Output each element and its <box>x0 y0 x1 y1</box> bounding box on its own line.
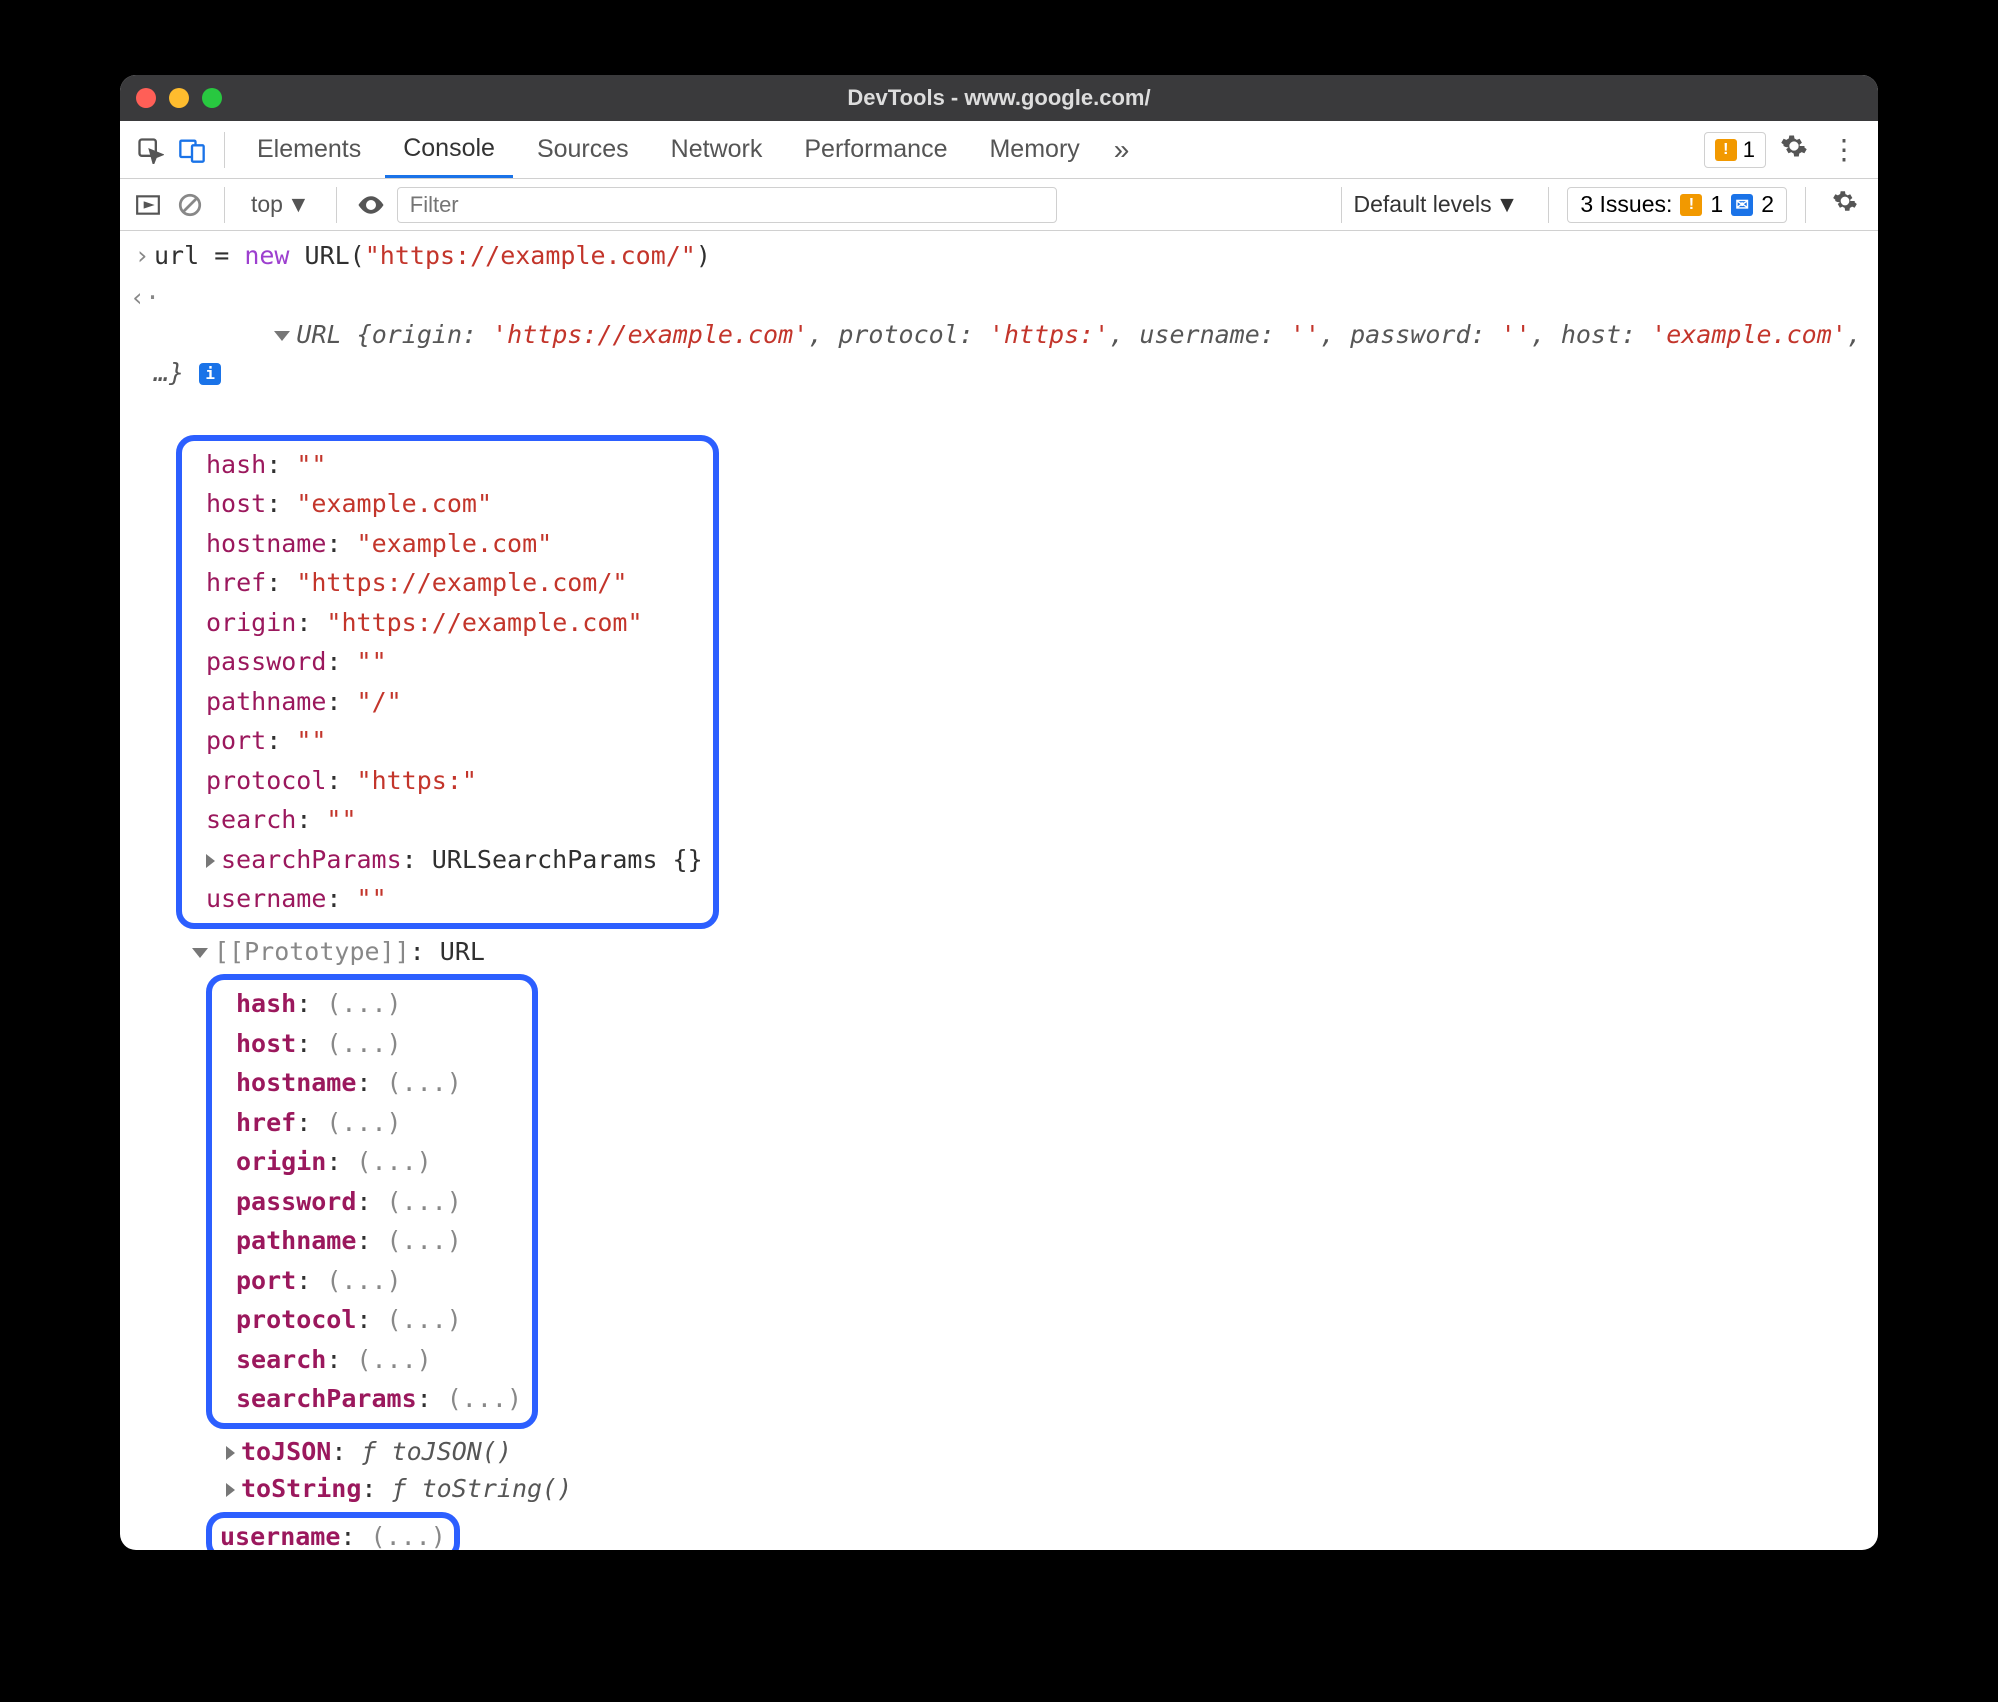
chevron-down-icon: ▼ <box>1496 191 1519 218</box>
tab-memory[interactable]: Memory <box>971 121 1097 178</box>
tabs-overflow[interactable]: » <box>1104 134 1140 166</box>
prop-username[interactable]: username: "" <box>186 879 703 919</box>
clear-console-icon[interactable] <box>174 189 206 221</box>
expand-icon[interactable] <box>226 1483 235 1497</box>
tab-sources[interactable]: Sources <box>519 121 647 178</box>
prompt-icon: › <box>130 237 154 275</box>
tab-network[interactable]: Network <box>653 121 781 178</box>
prop-host[interactable]: host: "example.com" <box>186 484 703 524</box>
divider <box>1548 187 1549 223</box>
proto-protocol[interactable]: protocol: (...) <box>216 1300 522 1340</box>
inspect-icon[interactable] <box>132 132 168 168</box>
proto-password[interactable]: password: (...) <box>216 1182 522 1222</box>
highlight-own-props: hash: "" host: "example.com" hostname: "… <box>176 435 719 929</box>
console-input-row: › url = new URL("https://example.com/") <box>120 235 1878 277</box>
divider <box>1805 187 1806 223</box>
proto-searchparams[interactable]: searchParams: (...) <box>216 1379 522 1419</box>
console-toolbar: top ▼ Default levels ▼ 3 Issues: ! 1 ✉ 2 <box>120 179 1878 231</box>
expand-icon[interactable] <box>226 1446 235 1460</box>
proto-username[interactable]: username <box>220 1522 340 1551</box>
proto-tojson[interactable]: toJSON: ƒ toJSON() <box>120 1433 1878 1471</box>
titlebar: DevTools - www.google.com/ <box>120 75 1878 121</box>
live-expression-icon[interactable] <box>355 189 387 221</box>
proto-origin[interactable]: origin: (...) <box>216 1142 522 1182</box>
prop-protocol[interactable]: protocol: "https:" <box>186 761 703 801</box>
warning-icon: ! <box>1680 194 1702 216</box>
console-body[interactable]: › url = new URL("https://example.com/") … <box>120 231 1878 1550</box>
device-icon[interactable] <box>174 132 210 168</box>
tab-performance[interactable]: Performance <box>786 121 965 178</box>
issue-count: 1 <box>1743 137 1755 163</box>
divider <box>224 187 225 223</box>
console-settings-icon[interactable] <box>1824 188 1866 221</box>
filter-input[interactable] <box>397 187 1057 223</box>
prop-searchparams[interactable]: searchParams: URLSearchParams {} <box>186 840 703 880</box>
info-icon: ✉ <box>1731 194 1753 216</box>
prop-hostname[interactable]: hostname: "example.com" <box>186 524 703 564</box>
own-properties-group: hash: "" host: "example.com" hostname: "… <box>120 431 1878 933</box>
prop-search[interactable]: search: "" <box>186 800 703 840</box>
prop-origin[interactable]: origin: "https://example.com" <box>186 603 703 643</box>
proto-href[interactable]: href: (...) <box>216 1103 522 1143</box>
console-output-row[interactable]: ‹· URL {origin: 'https://example.com', p… <box>120 277 1878 431</box>
divider <box>336 187 337 223</box>
sidebar-toggle-icon[interactable] <box>132 189 164 221</box>
prop-hash[interactable]: hash: "" <box>186 445 703 485</box>
object-type: URL <box>296 320 356 349</box>
log-levels-selector[interactable]: Default levels ▼ <box>1341 187 1531 223</box>
main-tabs: Elements Console Sources Network Perform… <box>120 121 1878 179</box>
prototype-accessors-group: hash: (...) host: (...) hostname: (...) … <box>120 970 1878 1433</box>
proto-hostname[interactable]: hostname: (...) <box>216 1063 522 1103</box>
proto-host[interactable]: host: (...) <box>216 1024 522 1064</box>
proto-pathname[interactable]: pathname: (...) <box>216 1221 522 1261</box>
proto-hash[interactable]: hash: (...) <box>216 984 522 1024</box>
output-icon: ‹· <box>130 279 154 317</box>
expand-icon[interactable] <box>206 854 215 868</box>
kebab-menu-icon[interactable]: ⋮ <box>1822 133 1866 166</box>
issues-summary[interactable]: 3 Issues: ! 1 ✉ 2 <box>1567 187 1787 223</box>
prop-pathname[interactable]: pathname: "/" <box>186 682 703 722</box>
proto-username-group: username: (...) <box>120 1508 1878 1551</box>
prop-port[interactable]: port: "" <box>186 721 703 761</box>
divider <box>224 132 225 168</box>
console-input: url = new URL("https://example.com/") <box>154 237 1868 275</box>
window-title: DevTools - www.google.com/ <box>120 85 1878 111</box>
proto-search[interactable]: search: (...) <box>216 1340 522 1380</box>
highlight-proto-accessors: hash: (...) host: (...) hostname: (...) … <box>206 974 538 1429</box>
tab-elements[interactable]: Elements <box>239 121 379 178</box>
prop-password[interactable]: password: "" <box>186 642 703 682</box>
warning-icon: ! <box>1715 139 1737 161</box>
expand-toggle-icon[interactable] <box>192 948 208 958</box>
highlight-proto-username: username: (...) <box>206 1512 460 1551</box>
proto-port[interactable]: port: (...) <box>216 1261 522 1301</box>
tab-console[interactable]: Console <box>385 121 513 178</box>
proto-tostring[interactable]: toString: ƒ toString() <box>120 1470 1878 1508</box>
context-selector[interactable]: top ▼ <box>243 191 318 218</box>
prototype-row[interactable]: [[Prototype]]: URL <box>120 933 1878 971</box>
prop-href[interactable]: href: "https://example.com/" <box>186 563 703 603</box>
info-icon[interactable]: i <box>199 363 221 385</box>
chevron-down-icon: ▼ <box>287 191 310 218</box>
gear-icon[interactable] <box>1772 132 1816 167</box>
issue-indicator[interactable]: ! 1 <box>1704 132 1766 168</box>
expand-toggle-icon[interactable] <box>274 331 290 341</box>
devtools-window: DevTools - www.google.com/ Elements Cons… <box>120 75 1878 1550</box>
